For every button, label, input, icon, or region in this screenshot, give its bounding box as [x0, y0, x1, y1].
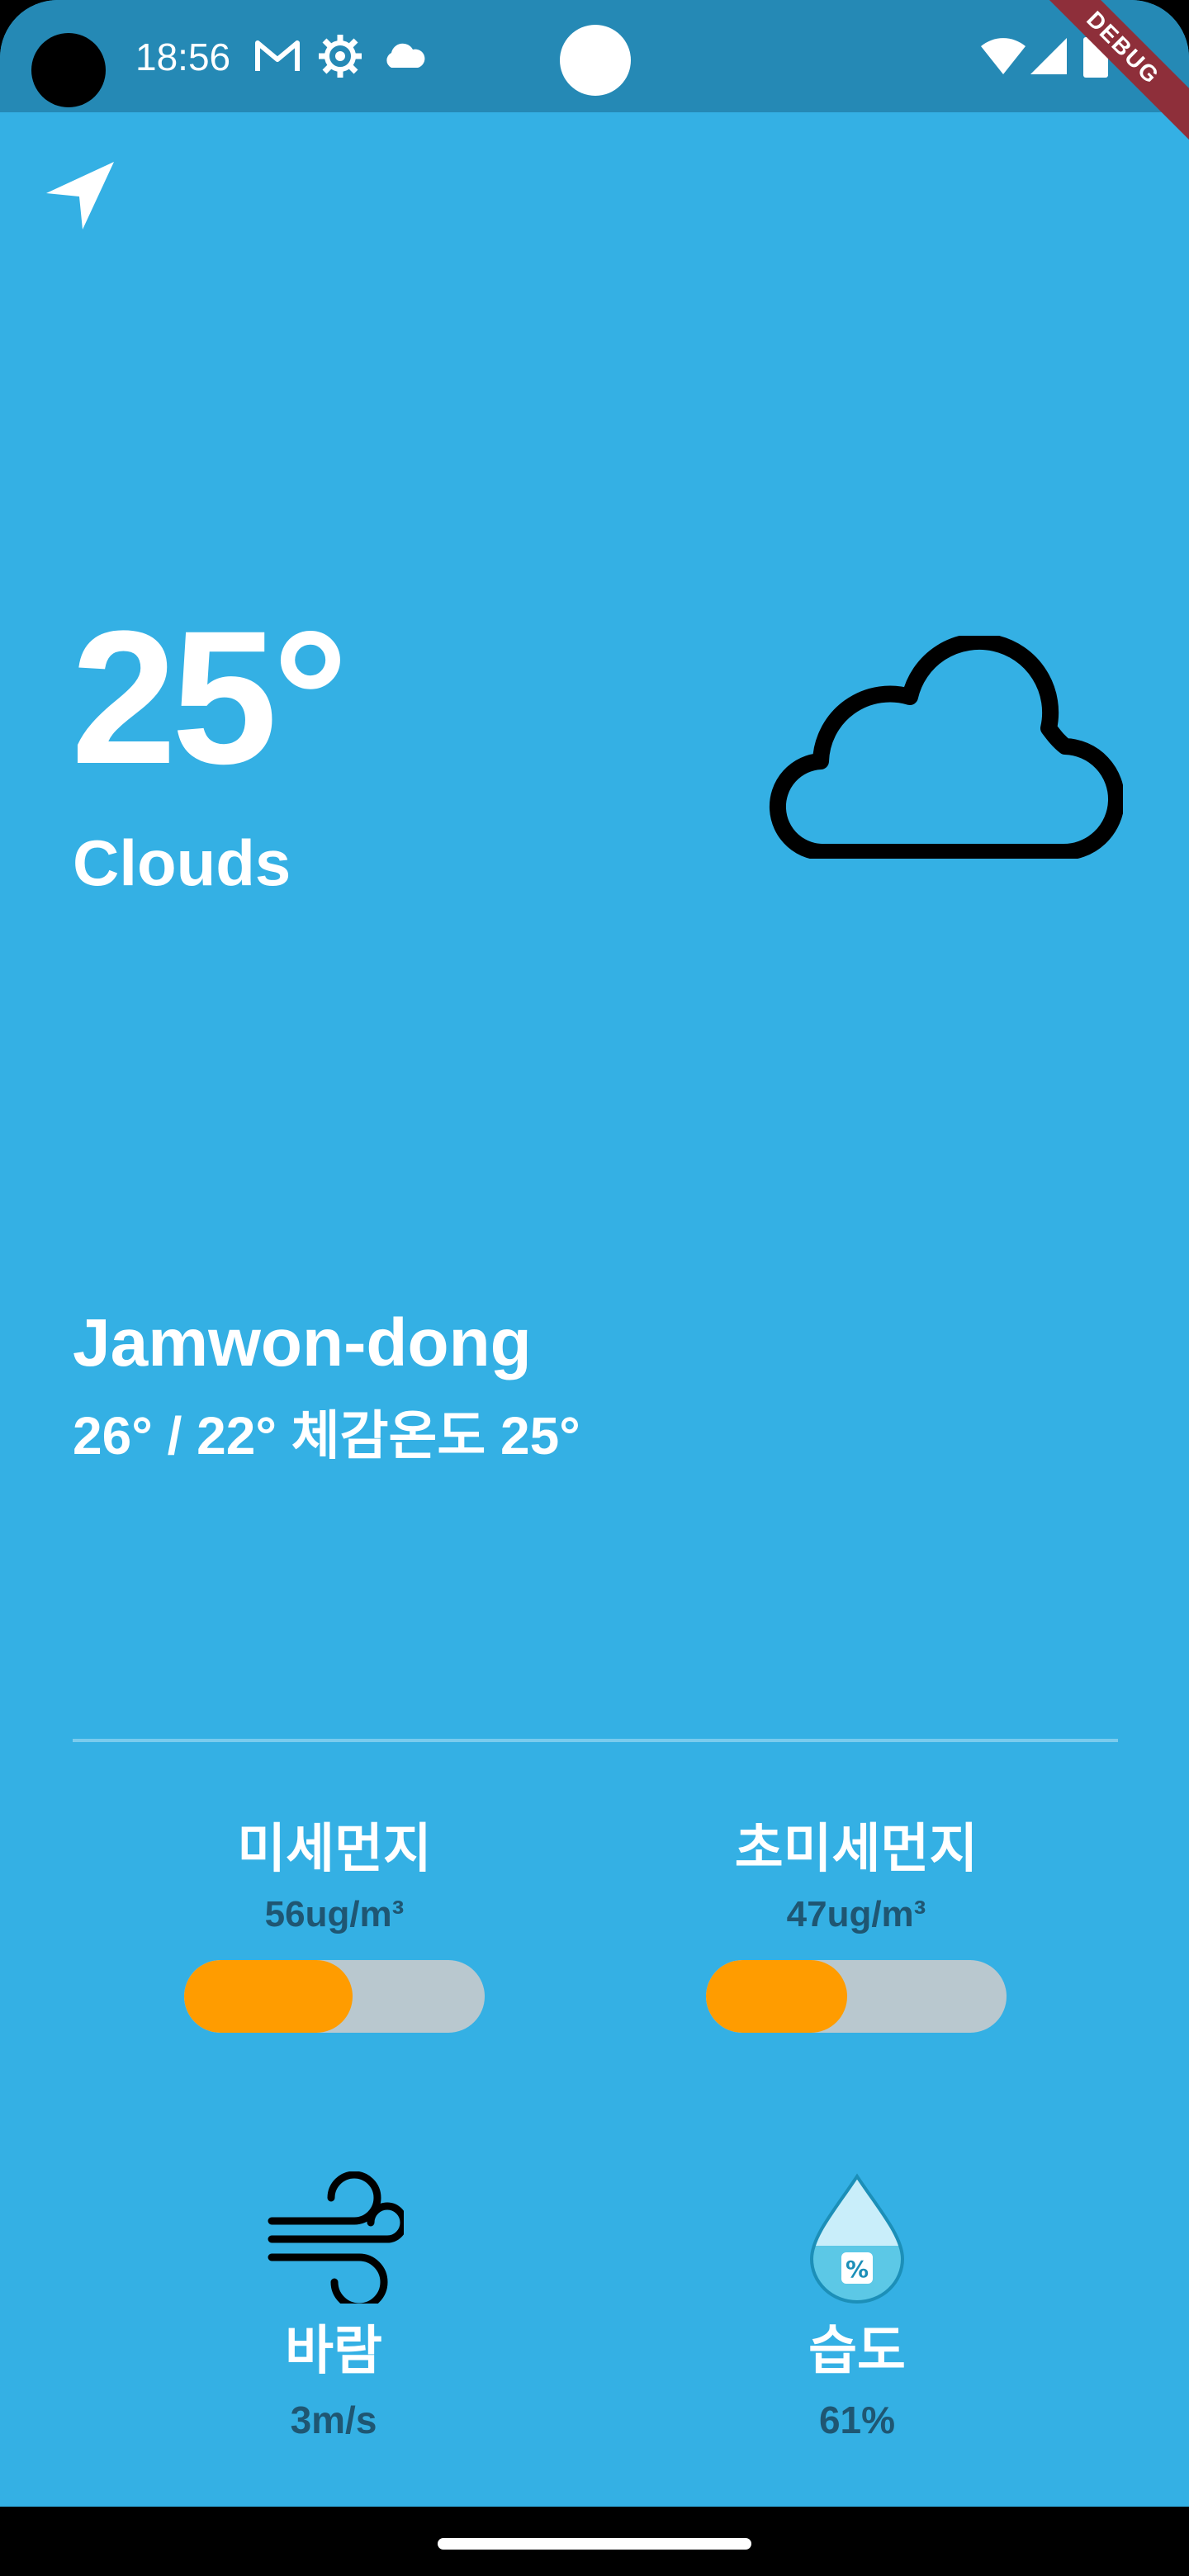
- pm10-value: 56ug/m³: [264, 1894, 405, 1934]
- humidity-value: 61%: [818, 2398, 896, 2441]
- app-screen: 18:56 DEBUG 25° Clouds Jamwon-dong 26° /…: [0, 0, 1189, 2507]
- camera-indicator: [560, 25, 631, 96]
- humidity-block: % 습도 61%: [708, 2171, 1006, 2442]
- status-time: 18:56: [135, 36, 231, 78]
- cloud-notification-icon: [386, 43, 425, 68]
- status-bar: 18:56 DEBUG: [0, 0, 1189, 149]
- current-temperature: 25°: [71, 591, 348, 803]
- pm10-block: 미세먼지 56ug/m³: [182, 1807, 487, 2033]
- wifi-icon: [981, 38, 1026, 74]
- home-gesture-handle[interactable]: [438, 2538, 751, 2550]
- humidity-drop-icon: %: [809, 2173, 905, 2304]
- location-arrow-icon[interactable]: [45, 160, 116, 231]
- pm25-value: 47ug/m³: [786, 1894, 926, 1934]
- pm25-bar-fill: [706, 1960, 848, 2033]
- camera-cutout: [31, 33, 106, 107]
- city-name: Jamwon-dong: [73, 1305, 532, 1380]
- wind-value: 3m/s: [290, 2398, 377, 2441]
- wind-label: 바람: [285, 2321, 382, 2380]
- pm10-bar-fill: [184, 1960, 353, 2033]
- temperature-range: 26° / 22° 체감온도 25°: [73, 1406, 580, 1466]
- svg-text:%: %: [846, 2256, 869, 2283]
- wind-icon: [268, 2171, 404, 2304]
- humidity-label: 습도: [808, 2321, 906, 2380]
- weather-condition: Clouds: [73, 826, 291, 899]
- pm25-block: 초미세먼지 47ug/m³: [703, 1807, 1009, 2033]
- pm25-bar: [706, 1960, 1007, 2033]
- pm10-bar: [184, 1960, 485, 2033]
- divider: [73, 1739, 1118, 1742]
- settings-gear-icon: [319, 35, 362, 78]
- cloud-icon: [770, 636, 1123, 859]
- wind-block: 바람 3m/s: [185, 2171, 482, 2442]
- pm25-label: 초미세먼지: [734, 1819, 978, 1878]
- signal-icon: [1030, 38, 1067, 74]
- gmail-icon: [255, 40, 300, 71]
- pm10-label: 미세먼지: [237, 1819, 432, 1878]
- navigation-bar: [0, 2507, 1189, 2576]
